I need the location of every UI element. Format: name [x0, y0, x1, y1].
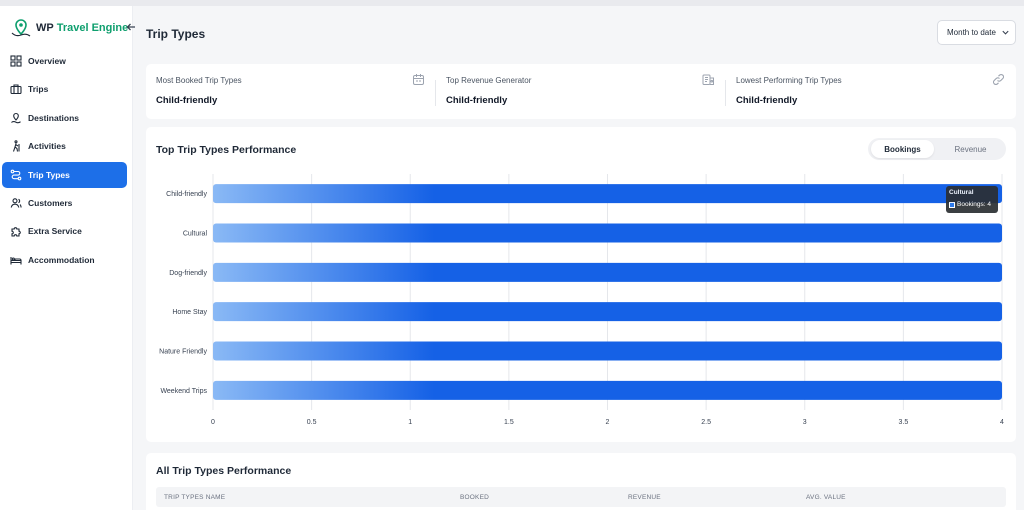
y-category-label: Child-friendly — [166, 191, 207, 198]
sidebar-item-label: Accommodation — [28, 254, 95, 265]
sidebar-item-label: Trip Types — [28, 169, 70, 180]
summary-card-value: Child-friendly — [736, 95, 798, 106]
sidebar-item-label: Trips — [28, 84, 49, 95]
puzzle-icon — [10, 225, 22, 237]
route-icon — [10, 169, 22, 181]
summary-card-label: Top Revenue Generator — [446, 76, 532, 85]
column-header-name[interactable]: TRIP TYPES NAME — [164, 494, 225, 501]
map-pin-icon — [10, 112, 22, 124]
travel-pin-logo-icon — [11, 19, 31, 37]
users-icon — [10, 197, 22, 209]
top-trip-types-performance-card: Top Trip Types Performance Bookings Reve… — [146, 127, 1016, 442]
x-tick-label: 2 — [606, 419, 610, 426]
bar-dog-friendly[interactable] — [213, 262, 1002, 282]
sidebar-item-accommodation[interactable]: Accommodation — [2, 247, 127, 273]
column-header-booked[interactable]: BOOKED — [460, 494, 489, 501]
summary-card-lowest: Lowest Performing Trip Types Child-frien… — [726, 64, 1016, 119]
sidebar-item-trip-types[interactable]: Trip Types — [2, 161, 127, 188]
brand-logo[interactable]: WP Travel Engine — [10, 18, 128, 38]
calendar-icon — [413, 74, 424, 85]
bar-cultural[interactable] — [213, 223, 1002, 243]
x-tick-label: 0.5 — [307, 419, 317, 426]
x-tick-label: 4 — [1000, 419, 1004, 426]
summary-card-label: Most Booked Trip Types — [156, 76, 242, 85]
x-tick-label: 3 — [803, 419, 807, 426]
summary-card-label: Lowest Performing Trip Types — [736, 76, 842, 85]
sidebar-item-destinations[interactable]: Destinations — [2, 105, 127, 131]
grid-icon — [10, 55, 22, 67]
arrow-left-icon — [126, 23, 135, 31]
summary-card-value: Child-friendly — [156, 95, 218, 106]
money-icon — [702, 74, 714, 85]
bar-nature-friendly[interactable] — [213, 341, 1002, 361]
x-tick-label: 0 — [211, 419, 215, 426]
chart-tooltip: Cultural Bookings : 4 — [946, 186, 998, 213]
sidebar-item-label: Activities — [28, 141, 66, 152]
bar-child-friendly[interactable] — [213, 184, 1002, 204]
summary-card-value: Child-friendly — [446, 95, 508, 106]
tooltip-swatch — [949, 201, 955, 208]
sidebar-item-extra-service[interactable]: Extra Service — [2, 218, 127, 244]
bar-weekend-trips[interactable] — [213, 380, 1002, 400]
x-tick-label: 1 — [408, 419, 412, 426]
table-header: TRIP TYPES NAME BOOKED REVENUE AVG. VALU… — [156, 487, 1006, 507]
brand-prefix: WP — [36, 22, 54, 34]
tooltip-title: Cultural — [949, 189, 974, 196]
tooltip-series-label: Bookings — [957, 201, 984, 208]
sidebar: WP Travel Engine Overview Trips Destinat… — [0, 6, 135, 510]
column-header-avg-value[interactable]: AVG. VALUE — [806, 494, 846, 501]
hiking-icon — [10, 140, 22, 152]
sidebar-item-label: Destinations — [28, 112, 80, 123]
y-category-label: Weekend Trips — [160, 388, 207, 395]
collapse-sidebar-button[interactable] — [125, 22, 137, 34]
bookings-bar-chart: 0 0.5 1 1.5 2 2.5 3 3.5 4 Child-friendly Cultural D… — [159, 174, 1004, 426]
chevron-down-icon — [1002, 30, 1009, 35]
date-range-select[interactable]: Month to date — [937, 20, 1016, 45]
column-header-revenue[interactable]: REVENUE — [628, 494, 661, 501]
sidebar-item-overview[interactable]: Overview — [2, 48, 127, 74]
browser-top-strip — [0, 0, 1024, 6]
tooltip-value: 4 — [987, 201, 991, 208]
sidebar-item-activities[interactable]: Activities — [2, 133, 127, 159]
table-title: All Trip Types Performance — [156, 465, 292, 477]
summary-cards: Most Booked Trip Types Child-friendly To… — [146, 64, 1016, 119]
y-category-label: Nature Friendly — [159, 349, 207, 356]
bar-home-stay[interactable] — [213, 302, 1002, 322]
x-tick-label: 2.5 — [701, 419, 711, 426]
all-trip-types-performance-card: All Trip Types Performance TRIP TYPES NA… — [146, 453, 1016, 510]
suitcase-icon — [10, 83, 22, 95]
summary-card-most-booked: Most Booked Trip Types Child-friendly — [146, 64, 436, 119]
y-category-label: Dog-friendly — [169, 270, 207, 277]
summary-card-top-revenue: Top Revenue Generator Child-friendly — [436, 64, 726, 119]
bed-icon — [10, 254, 22, 266]
sidebar-item-label: Customers — [28, 197, 73, 208]
sidebar-item-trips[interactable]: Trips — [2, 76, 127, 102]
x-tick-label: 3.5 — [899, 419, 909, 426]
link-icon — [993, 74, 1004, 85]
tooltip-line: Bookings : 4 — [949, 201, 991, 208]
page-title: Trip Types — [146, 27, 206, 41]
sidebar-nav: Overview Trips Destinations Activities T… — [0, 48, 133, 275]
brand-name: Travel Engine — [56, 22, 129, 34]
sidebar-item-customers[interactable]: Customers — [2, 190, 127, 216]
y-category-label: Home Stay — [172, 309, 207, 316]
y-category-label: Cultural — [183, 231, 208, 238]
sidebar-item-label: Extra Service — [28, 226, 82, 237]
x-tick-label: 1.5 — [504, 419, 514, 426]
date-range-value: Month to date — [947, 28, 996, 37]
sidebar-item-label: Overview — [28, 56, 66, 66]
